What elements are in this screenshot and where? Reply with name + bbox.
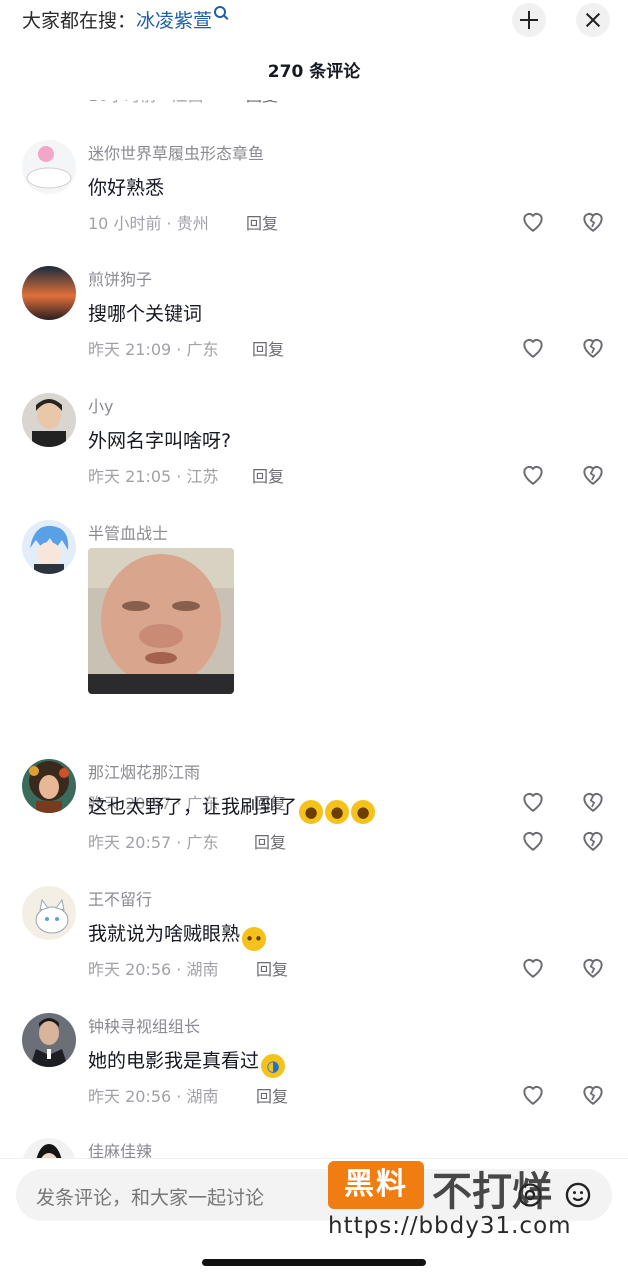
watermark: 黑料 不打烊 https://bbdy31.com <box>328 1159 618 1249</box>
heart-outline-icon[interactable] <box>520 208 546 234</box>
scream-emoji-icon: ● <box>299 800 324 824</box>
comment-meta: 昨天 20:57 · 广东 <box>88 833 219 852</box>
watermark-url: https://bbdy31.com <box>328 1213 572 1239</box>
comment-meta: 昨天 21:09 · 广东 <box>88 340 219 359</box>
search-suggestion-prefix: 大家都在搜： <box>22 10 137 32</box>
reply-button[interactable]: 回复 <box>254 829 286 853</box>
comment-username[interactable]: 钟秧寻视组组长 <box>88 1013 200 1037</box>
comment-text: 外网名字叫啥呀? <box>88 430 232 452</box>
comment-meta: 昨天 20:56 · 湖南 <box>88 1087 219 1106</box>
comment-panel-header: 大家都在搜：冰凌紫萱 270 条评论 <box>0 0 628 100</box>
broken-heart-icon[interactable] <box>580 334 606 360</box>
home-indicator[interactable] <box>202 1259 426 1266</box>
scream-emoji-icon: ● <box>325 800 350 824</box>
collapse-button[interactable] <box>512 3 546 37</box>
avatar[interactable] <box>22 759 76 813</box>
reply-button[interactable]: 回复 <box>252 336 284 360</box>
comment-text-content: 我就说为啥贼眼熟 <box>88 923 241 945</box>
comment-meta: 昨天 20:56 · 湖南 <box>88 960 219 979</box>
search-icon <box>214 6 227 18</box>
comment-text-content: 她的电影我是真看过 <box>88 1050 260 1072</box>
comment-text: 你好熟悉 <box>88 177 165 199</box>
heart-outline-icon[interactable] <box>520 954 546 980</box>
search-suggestion-keyword[interactable]: 冰凌紫萱 <box>136 10 212 32</box>
broken-heart-icon[interactable] <box>580 788 606 814</box>
comment-text-content: 这也太野了，让我刷到了 <box>88 796 298 818</box>
reply-button[interactable]: 回复 <box>256 1083 288 1107</box>
comment-username[interactable]: 半管血战士 <box>88 520 168 544</box>
avatar[interactable] <box>22 886 76 940</box>
laugh-cry-emoji-icon: ◑ <box>261 1054 286 1078</box>
comment-input-bar: 发条评论，和大家一起讨论 黑料 不打烊 https://bbdy31.com <box>0 1158 628 1281</box>
comment-input-placeholder: 发条评论，和大家一起讨论 <box>36 1187 265 1209</box>
comment-list[interactable]: 10小时前 · 江西 回复 迷你世界草履虫形态章鱼 你好熟悉 10 小时前 · … <box>0 86 628 1158</box>
avatar[interactable] <box>22 266 76 320</box>
avatar[interactable] <box>22 1013 76 1067</box>
reply-button[interactable]: 回复 <box>246 210 278 234</box>
avatar[interactable] <box>22 393 76 447</box>
comment-username[interactable]: 那江烟花那江雨 <box>88 759 200 783</box>
scream-emoji-icon: ● <box>351 800 376 824</box>
avatar[interactable] <box>22 140 76 194</box>
collapse-icon-bar <box>528 11 530 29</box>
heart-outline-icon[interactable] <box>520 1081 546 1107</box>
comment-image[interactable] <box>88 548 234 694</box>
close-button[interactable] <box>576 3 610 37</box>
comment-text: 我就说为啥贼眼熟 •• <box>88 919 267 951</box>
comment-meta: 10 小时前 · 贵州 <box>88 214 209 233</box>
comment-username[interactable]: 迷你世界草履虫形态章鱼 <box>88 140 264 164</box>
comment-text: 这也太野了，让我刷到了 ● ● ● <box>88 792 376 824</box>
avatar[interactable] <box>22 520 76 574</box>
broken-heart-icon[interactable] <box>580 208 606 234</box>
heart-outline-icon[interactable] <box>520 788 546 814</box>
heart-outline-icon[interactable] <box>520 334 546 360</box>
avatar[interactable] <box>22 1138 76 1158</box>
broken-heart-icon[interactable] <box>580 954 606 980</box>
wide-eyes-emoji-icon: •• <box>242 927 267 951</box>
search-suggestion[interactable]: 大家都在搜：冰凌紫萱 <box>22 6 227 33</box>
watermark-brand: 黑料 <box>328 1161 424 1209</box>
comment-text: 搜哪个关键词 <box>88 303 203 325</box>
comment-text: 她的电影我是真看过 ◑ <box>88 1046 286 1078</box>
watermark-text: 不打烊 <box>432 1169 552 1215</box>
comment-username[interactable]: 王不留行 <box>88 886 152 910</box>
heart-outline-icon[interactable] <box>520 827 546 853</box>
comment-meta: 昨天 21:05 · 江苏 <box>88 467 219 486</box>
comment-username[interactable]: 煎饼狗子 <box>88 266 152 290</box>
broken-heart-icon[interactable] <box>580 461 606 487</box>
broken-heart-icon[interactable] <box>580 1081 606 1107</box>
reply-button[interactable]: 回复 <box>256 956 288 980</box>
comment-username[interactable]: 佳麻佳辣 <box>88 1138 152 1158</box>
broken-heart-icon[interactable] <box>580 827 606 853</box>
reply-button[interactable]: 回复 <box>252 463 284 487</box>
comment-username[interactable]: 小y <box>88 393 113 417</box>
heart-outline-icon[interactable] <box>520 461 546 487</box>
comment-count: 270 条评论 <box>267 62 361 82</box>
